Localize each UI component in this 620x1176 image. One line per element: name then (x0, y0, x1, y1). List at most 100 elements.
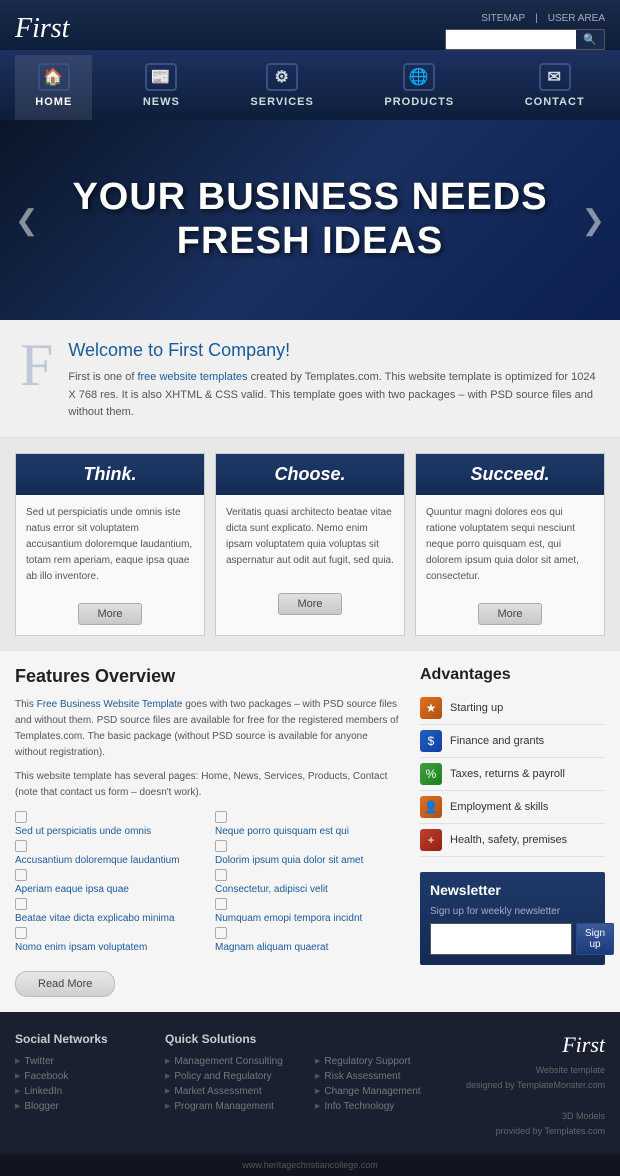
nav-products[interactable]: 🌐 PRODUCTS (364, 55, 474, 120)
navigation: 🏠 HOME 📰 NEWS ⚙ SERVICES 🌐 PRODUCTS ✉ CO… (0, 50, 620, 120)
search-button[interactable]: 🔍 (576, 30, 604, 49)
search-input[interactable] (446, 30, 576, 49)
footer-logo-col: First Website template designed by Templ… (465, 1032, 605, 1139)
products-icon: 🌐 (403, 63, 435, 91)
welcome-decorative-letter: F (20, 335, 53, 395)
list-item: Facebook (15, 1071, 155, 1082)
list-item: Nomo enim ipsam voluptatem (15, 927, 200, 953)
three-boxes-section: Think. Sed ut perspiciatis unde omnis is… (0, 438, 620, 651)
footer-quick-col: Quick Solutions Management Consulting Po… (165, 1032, 305, 1139)
advantage-label: Health, safety, premises (450, 834, 567, 846)
blogger-link[interactable]: Blogger (24, 1101, 58, 1112)
footer-logo: First (465, 1032, 605, 1058)
list-item: Accusantium doloremque laudantium (15, 840, 200, 866)
logo[interactable]: First (15, 8, 69, 50)
list-item: Policy and Regulatory (165, 1071, 305, 1082)
newsletter-email-input[interactable] (430, 923, 572, 955)
footer-url-link[interactable]: www.heritagechristiancollege.com (242, 1160, 378, 1170)
user-area-link[interactable]: USER AREA (548, 13, 605, 24)
hero-banner: ❮ YOUR BUSINESS NEEDS FRESH IDEAS ❯ (0, 120, 620, 320)
nav-services[interactable]: ⚙ SERVICES (230, 55, 333, 120)
features-section: Features Overview This Free Business Web… (15, 666, 420, 997)
advantage-label: Finance and grants (450, 735, 544, 747)
read-more-button[interactable]: Read More (15, 971, 115, 997)
nav-news[interactable]: 📰 NEWS (123, 55, 200, 120)
footer-tagline: Website template designed by TemplateMon… (465, 1063, 605, 1139)
box-succeed: Succeed. Quuntur magni dolores eos qui r… (415, 453, 605, 636)
welcome-section: F Welcome to First Company! First is one… (0, 320, 620, 438)
nav-news-label: NEWS (143, 96, 180, 108)
box-succeed-footer: More (416, 595, 604, 635)
hero-line1: YOUR BUSINESS NEEDS (72, 176, 547, 218)
list-item: Magnam aliquam quaerat (215, 927, 400, 953)
linkedin-link[interactable]: LinkedIn (24, 1086, 62, 1097)
box-succeed-more-button[interactable]: More (478, 603, 541, 625)
twitter-link[interactable]: Twitter (24, 1056, 53, 1067)
welcome-title: Welcome to First Company! (68, 340, 600, 361)
nav-services-label: SERVICES (250, 96, 313, 108)
templates-link[interactable]: provided by Templates.com (496, 1126, 605, 1136)
box-choose-body: Veritatis quasi architecto beatae vitae … (216, 495, 404, 585)
box-succeed-header: Succeed. (416, 454, 604, 495)
template-monster-link[interactable]: designed by TemplateMonster.com (466, 1080, 605, 1090)
box-choose-more-button[interactable]: More (278, 593, 341, 615)
list-item: Sed ut perspiciatis unde omnis (15, 811, 200, 837)
list-item: Consectetur, adipisci velit (215, 869, 400, 895)
nav-home[interactable]: 🏠 HOME (15, 55, 92, 120)
list-item: Info Technology (315, 1101, 455, 1112)
list-item: Numquam emopi tempora incidnt (215, 898, 400, 924)
box-think-header: Think. (16, 454, 204, 495)
box-choose: Choose. Veritatis quasi architecto beata… (215, 453, 405, 636)
advantages-section: Advantages ★ Starting up $ Finance and g… (420, 666, 605, 857)
features-template-link[interactable]: Free Business Website Template (37, 699, 183, 710)
home-icon: 🏠 (38, 63, 70, 91)
list-item: Beatae vitae dicta explicabo minima (15, 898, 200, 924)
newsletter-body: Sign up for weekly newsletter (430, 906, 595, 917)
finance-icon: $ (420, 730, 442, 752)
footer-quick-list: Management Consulting Policy and Regulat… (165, 1056, 305, 1112)
box-think-footer: More (16, 595, 204, 635)
list-item: Regulatory Support (315, 1056, 455, 1067)
features-list: Sed ut perspiciatis unde omnis Neque por… (15, 811, 400, 953)
features-para1: This Free Business Website Template goes… (15, 697, 400, 761)
hero-text: YOUR BUSINESS NEEDS FRESH IDEAS (72, 176, 547, 263)
advantage-label: Taxes, returns & payroll (450, 768, 565, 780)
list-item: Neque porro quisquam est qui (215, 811, 400, 837)
free-templates-link[interactable]: free website templates (137, 371, 247, 383)
box-think-more-button[interactable]: More (78, 603, 141, 625)
footer: Social Networks Twitter Facebook LinkedI… (0, 1012, 620, 1154)
features-para2: This website template has several pages:… (15, 769, 400, 801)
taxes-icon: % (420, 763, 442, 785)
list-item: Management Consulting (165, 1056, 305, 1067)
nav-products-label: PRODUCTS (384, 96, 454, 108)
list-item: Blogger (15, 1101, 155, 1112)
sitemap-link[interactable]: SITEMAP (481, 13, 525, 24)
nav-contact[interactable]: ✉ CONTACT (505, 55, 605, 120)
features-title: Features Overview (15, 666, 400, 687)
health-icon: + (420, 829, 442, 851)
box-choose-header: Choose. (216, 454, 404, 495)
advantage-label: Starting up (450, 702, 503, 714)
list-item: Aperiam eaque ipsa quae (15, 869, 200, 895)
box-think-body: Sed ut perspiciatis unde omnis iste natu… (16, 495, 204, 595)
services-icon: ⚙ (266, 63, 298, 91)
newsletter-signup-button[interactable]: Sign up (576, 923, 614, 955)
advantage-item: $ Finance and grants (420, 725, 605, 758)
newsletter-form: Sign up (430, 923, 595, 955)
list-item: Market Assessment (165, 1086, 305, 1097)
list-item: Change Management (315, 1086, 455, 1097)
nav-contact-label: CONTACT (525, 96, 585, 108)
hero-next-button[interactable]: ❯ (572, 194, 615, 247)
list-item: LinkedIn (15, 1086, 155, 1097)
welcome-body: First is one of free website templates c… (68, 369, 600, 422)
list-item: Program Management (165, 1101, 305, 1112)
main-content: Features Overview This Free Business Web… (0, 651, 620, 1012)
footer-bottom: www.heritagechristiancollege.com (0, 1154, 620, 1176)
nav-home-label: HOME (35, 96, 72, 108)
list-item: Twitter (15, 1056, 155, 1067)
footer-quick-title: Quick Solutions (165, 1032, 305, 1046)
welcome-company-link[interactable]: First Company (168, 340, 285, 360)
facebook-link[interactable]: Facebook (24, 1071, 68, 1082)
hero-prev-button[interactable]: ❮ (5, 194, 48, 247)
box-think: Think. Sed ut perspiciatis unde omnis is… (15, 453, 205, 636)
